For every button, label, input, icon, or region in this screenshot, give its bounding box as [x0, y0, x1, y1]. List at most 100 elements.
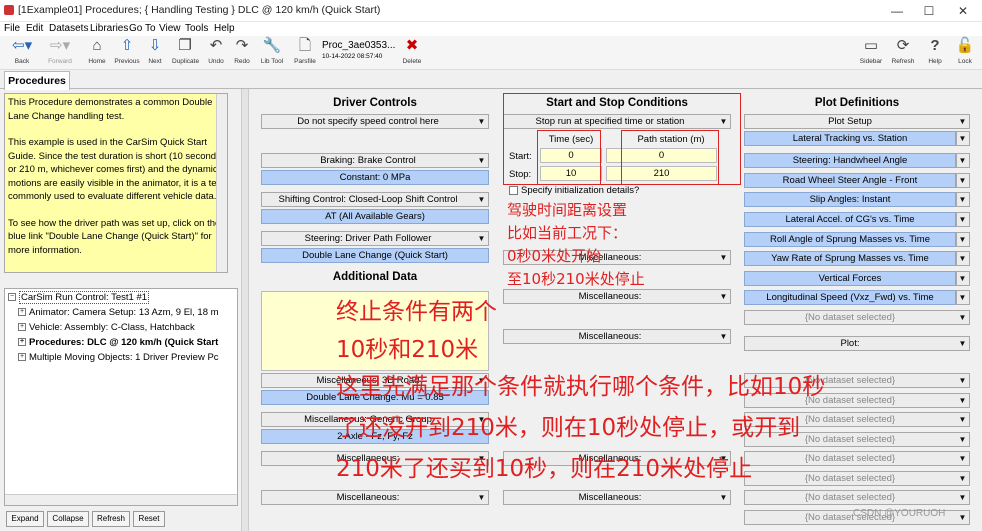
dropdown-arrow-icon: ▼ — [958, 313, 967, 322]
plot-item-lateral-tracking[interactable]: Lateral Tracking vs. Station — [744, 131, 956, 146]
back-button[interactable]: ⇦▾ Back — [4, 37, 40, 65]
delete-button[interactable]: ✖ Delete — [399, 37, 425, 65]
plot-setup-dropdown[interactable]: Plot Setup ▼ — [744, 114, 970, 129]
menu-help[interactable]: Help — [214, 22, 235, 36]
plot-empty-8[interactable]: {No dataset selected} ▼ — [744, 490, 970, 505]
maximize-button[interactable]: ☐ — [914, 2, 944, 20]
parsfile-button[interactable]: 🗋 Parsfile — [292, 37, 318, 65]
menu-tools[interactable]: Tools — [185, 22, 208, 36]
description-notes[interactable]: This Procedure demonstrates a common Dou… — [4, 93, 228, 273]
menu-libraries[interactable]: Libraries — [90, 22, 128, 36]
plot-item-2[interactable]: Road Wheel Steer Angle - Front — [744, 173, 956, 188]
tree-item-vehicle[interactable]: + Vehicle: Assembly: C-Class, Hatchback — [18, 321, 195, 335]
menu-edit[interactable]: Edit — [26, 22, 43, 36]
annotation-explain-3: 210米了还买到10秒，则在210米处停止 — [336, 456, 753, 482]
description-para-2: This example is used in the CarSim Quick… — [8, 137, 224, 202]
refresh-tree-button[interactable]: Refresh — [92, 511, 130, 527]
tree-root[interactable]: − CarSim Run Control: Test1 #1 — [8, 291, 150, 305]
expand-icon[interactable]: + — [18, 308, 26, 317]
time-column-highlight — [537, 130, 601, 185]
plot-item-dropdown-1[interactable]: ▼ — [956, 153, 970, 168]
help-button[interactable]: ? Help — [922, 37, 948, 65]
menu-datasets[interactable]: Datasets — [49, 22, 88, 36]
close-window-button[interactable]: ✕ — [948, 2, 978, 20]
plot-dropdown-1[interactable]: ▼ — [956, 131, 970, 146]
description-para-3: To see how the driver path was set up, c… — [8, 217, 221, 256]
plot-item-dropdown-4[interactable]: ▼ — [956, 212, 970, 227]
tab-procedures[interactable]: Procedures — [4, 71, 70, 90]
redo-icon: ↷ — [235, 37, 249, 54]
sidebar-button[interactable]: ▭ Sidebar — [858, 37, 884, 65]
watermark: CSDN @YOURUOH — [853, 508, 946, 519]
collapse-icon[interactable]: − — [8, 293, 16, 302]
plot-item-6[interactable]: Yaw Rate of Sprung Masses vs. Time — [744, 251, 956, 266]
up-arrow-icon: ⇧ — [120, 37, 134, 54]
menu-file[interactable]: File — [4, 22, 20, 36]
tree-item-procedures[interactable]: + Procedures: DLC @ 120 km/h (Quick Start — [18, 336, 218, 350]
minimize-button[interactable]: — — [882, 2, 912, 20]
steering-dropdown[interactable]: Steering: Driver Path Follower ▼ — [261, 231, 489, 246]
plot-item-8[interactable]: Longitudinal Speed (Vxz_Fwd) vs. Time — [744, 290, 956, 305]
annotation-line-4: 至10秒210米处停止 — [507, 270, 645, 288]
dropdown-arrow-icon: ▼ — [719, 332, 728, 341]
redo-button[interactable]: ↷ Redo — [229, 37, 255, 65]
stop-misc-dropdown-2[interactable]: Miscellaneous: ▼ — [503, 289, 731, 304]
home-button[interactable]: ⌂ Home — [84, 37, 110, 65]
speed-control-dropdown[interactable]: Do not specify speed control here ▼ — [261, 114, 489, 129]
stop-misc-dropdown-3[interactable]: Miscellaneous: ▼ — [503, 329, 731, 344]
shifting-dropdown[interactable]: Shifting Control: Closed-Loop Shift Cont… — [261, 192, 489, 207]
expand-icon[interactable]: + — [18, 338, 26, 347]
plot-item-1[interactable]: Steering: Handwheel Angle — [744, 153, 956, 168]
down-arrow-icon: ⇩ — [148, 37, 162, 54]
shifting-dataset-link[interactable]: AT (All Available Gears) — [261, 209, 489, 224]
dropdown-arrow-icon: ▼ — [958, 435, 967, 444]
braking-dropdown[interactable]: Braking: Brake Control ▼ — [261, 153, 489, 168]
annotation-line-3: 0秒0米处开始 — [507, 247, 602, 265]
plot-item-dropdown-7[interactable]: ▼ — [956, 271, 970, 286]
plot-item-3[interactable]: Slip Angles: Instant — [744, 192, 956, 207]
plot-item-dropdown-3[interactable]: ▼ — [956, 192, 970, 207]
run-control-tree: − CarSim Run Control: Test1 #1 + Animator:… — [4, 288, 238, 506]
expand-button[interactable]: Expand — [6, 511, 44, 527]
plot-item-dropdown-2[interactable]: ▼ — [956, 173, 970, 188]
menu-goto[interactable]: Go To — [129, 22, 156, 36]
plot-item-dropdown-8[interactable]: ▼ — [956, 290, 970, 305]
dropdown-arrow-icon: ▼ — [958, 396, 967, 405]
previous-button[interactable]: ⇧ Previous — [114, 37, 140, 65]
dropdown-arrow-icon: ▼ — [477, 117, 486, 126]
misc-dropdown-4[interactable]: Miscellaneous: ▼ — [261, 490, 489, 505]
description-scrollbar[interactable] — [216, 94, 227, 272]
plot-empty-7[interactable]: {No dataset selected} ▼ — [744, 471, 970, 486]
plot-item-dropdown-6[interactable]: ▼ — [956, 251, 970, 266]
tree-scrollbar[interactable] — [5, 494, 237, 505]
tree-item-moving-objects[interactable]: + Multiple Moving Objects: 1 Driver Previ… — [18, 351, 219, 365]
plot-item-dropdown-5[interactable]: ▼ — [956, 232, 970, 247]
stop-misc-dropdown-5[interactable]: Miscellaneous: ▼ — [503, 490, 731, 505]
duplicate-button[interactable]: ❐ Duplicate — [172, 37, 199, 65]
plot-type-dropdown[interactable]: Plot: ▼ — [744, 336, 970, 351]
collapse-button[interactable]: Collapse — [47, 511, 89, 527]
expand-icon[interactable]: + — [18, 353, 26, 362]
station-column-highlight — [621, 130, 719, 185]
init-checkbox[interactable]: Specify initialization details? — [509, 185, 639, 196]
steering-dataset-link[interactable]: Double Lane Change (Quick Start) — [261, 248, 489, 263]
panel-splitter[interactable] — [241, 89, 249, 531]
plot-item-7[interactable]: Vertical Forces — [744, 271, 956, 286]
plot-item-5[interactable]: Roll Angle of Sprung Masses vs. Time — [744, 232, 956, 247]
lock-button[interactable]: 🔓 Lock — [952, 37, 978, 65]
dropdown-arrow-icon: ▼ — [477, 195, 486, 204]
plot-empty-1[interactable]: {No dataset selected} ▼ — [744, 310, 970, 325]
undo-button[interactable]: ↶ Undo — [203, 37, 229, 65]
next-button[interactable]: ⇩ Next — [142, 37, 168, 65]
plot-item-4[interactable]: Lateral Accel. of CG's vs. Time — [744, 212, 956, 227]
dropdown-arrow-icon: ▼ — [958, 254, 967, 263]
menu-view[interactable]: View — [159, 22, 181, 36]
plot-empty-6[interactable]: {No dataset selected} ▼ — [744, 451, 970, 466]
refresh-button[interactable]: ⟳ Refresh — [890, 37, 916, 65]
braking-dataset-link[interactable]: Constant: 0 MPa — [261, 170, 489, 185]
lib-tool-button[interactable]: 🔧 Lib Tool — [259, 37, 285, 65]
expand-icon[interactable]: + — [18, 323, 26, 332]
tree-item-animator[interactable]: + Animator: Camera Setup: 13 Azm, 9 El, 1… — [18, 306, 219, 320]
reset-button[interactable]: Reset — [133, 511, 165, 527]
forward-button[interactable]: ⇨▾ Forward — [42, 37, 78, 65]
